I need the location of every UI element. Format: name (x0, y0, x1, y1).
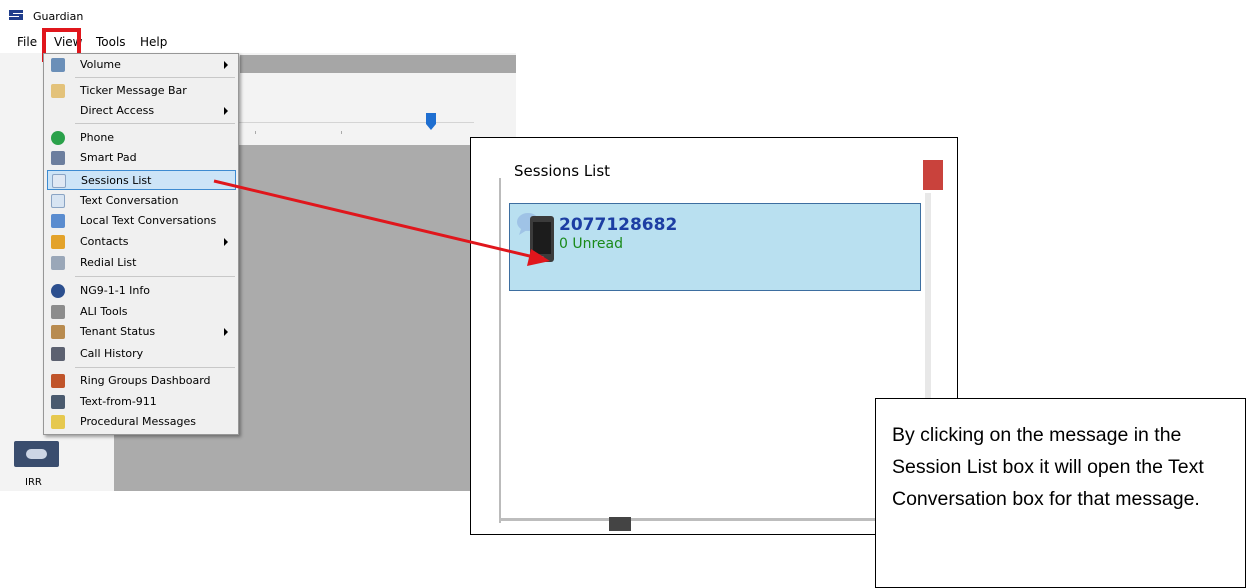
sessions-list-title: Sessions List (514, 162, 611, 180)
tenant-icon (51, 325, 65, 339)
menu-item-sessions-list[interactable]: Sessions List (47, 170, 236, 190)
menu-item-smart-pad[interactable]: Smart Pad (47, 148, 236, 168)
menu-file[interactable]: File (17, 35, 37, 49)
submenu-arrow-icon (224, 61, 228, 69)
redial-icon (51, 256, 65, 270)
irr-icon[interactable] (14, 441, 59, 467)
tools-icon (51, 305, 65, 319)
menu-item-label: ALI Tools (80, 305, 128, 318)
procedural-icon (51, 415, 65, 429)
ticker-icon (51, 84, 65, 98)
menu-item-label: Contacts (80, 235, 129, 248)
contacts-icon (51, 235, 65, 249)
menu-separator (75, 276, 235, 277)
panel-border (499, 178, 501, 523)
menu-item-ring-groups-dashboard[interactable]: Ring Groups Dashboard (47, 371, 236, 391)
sessions-list-icon (52, 174, 66, 188)
app-title: Guardian (33, 10, 84, 23)
text-conversation-icon (51, 194, 65, 208)
menu-item-label: Volume (80, 58, 121, 71)
ring-groups-icon (51, 374, 65, 388)
menu-separator (75, 77, 235, 78)
menu-item-call-history[interactable]: Call History (47, 344, 236, 364)
menu-item-label: Text-from-911 (80, 395, 157, 408)
toolbar-strip (240, 55, 516, 73)
session-item[interactable]: 2077128682 0 Unread (509, 203, 921, 291)
menu-item-ng911-info[interactable]: NG9-1-1 Info (47, 281, 236, 301)
annotation-text: By clicking on the message in the Sessio… (892, 424, 1204, 510)
menu-item-redial-list[interactable]: Redial List (47, 253, 236, 273)
menu-item-direct-access[interactable]: Direct Access (47, 101, 236, 121)
slider-tick (255, 131, 256, 134)
volume-slider-thumb[interactable] (426, 113, 436, 130)
menu-item-procedural-messages[interactable]: Procedural Messages (47, 412, 236, 432)
menu-item-text-from-911[interactable]: Text-from-911 (47, 392, 236, 412)
menu-item-tenant-status[interactable]: Tenant Status (47, 322, 236, 342)
menu-item-label: Smart Pad (80, 151, 137, 164)
text-911-icon (51, 395, 65, 409)
menu-item-label: Local Text Conversations (80, 214, 217, 227)
menu-item-label: NG9-1-1 Info (80, 284, 151, 297)
menu-item-label: Text Conversation (80, 194, 179, 207)
menu-item-label: Tenant Status (80, 325, 156, 338)
menu-item-label: Call History (80, 347, 144, 360)
background-fragment (609, 517, 631, 531)
phone-icon (51, 131, 65, 145)
menu-item-label: Ticker Message Bar (80, 84, 187, 97)
folder-icon (51, 214, 65, 228)
mobile-phone-icon (517, 213, 554, 262)
panel-border (499, 518, 931, 521)
menu-item-label: Direct Access (80, 104, 155, 117)
guardian-logo-icon (9, 10, 23, 20)
menu-item-label: Procedural Messages (80, 415, 196, 428)
smart-pad-icon (51, 151, 65, 165)
annotation-box: By clicking on the message in the Sessio… (875, 398, 1246, 588)
menu-item-label: Redial List (80, 256, 137, 269)
session-phone-number: 2077128682 (559, 215, 678, 235)
menu-separator (75, 367, 235, 368)
submenu-arrow-icon (224, 238, 228, 246)
menu-tools[interactable]: Tools (96, 35, 126, 49)
slider-tick (341, 131, 342, 134)
title-bar: Guardian (0, 0, 516, 31)
menu-item-label: Ring Groups Dashboard (80, 374, 211, 387)
irr-label: IRR (25, 477, 42, 488)
menu-item-local-text-conversations[interactable]: Local Text Conversations (47, 211, 236, 231)
menu-item-label: Phone (80, 131, 115, 144)
menu-item-label: Sessions List (81, 174, 152, 187)
call-history-icon (51, 347, 65, 361)
menu-separator (75, 123, 235, 124)
menu-item-contacts[interactable]: Contacts (47, 232, 236, 252)
volume-icon (51, 58, 65, 72)
close-button[interactable] (923, 160, 943, 190)
session-unread-count: 0 Unread (559, 236, 624, 252)
menu-item-ali-tools[interactable]: ALI Tools (47, 302, 236, 322)
info-icon (51, 284, 65, 298)
menu-item-text-conversation[interactable]: Text Conversation (47, 191, 236, 211)
view-dropdown-menu: Volume Ticker Message Bar Direct Access … (43, 53, 239, 435)
submenu-arrow-icon (224, 107, 228, 115)
submenu-arrow-icon (224, 328, 228, 336)
menu-item-ticker-message-bar[interactable]: Ticker Message Bar (47, 81, 236, 101)
menu-help[interactable]: Help (140, 35, 167, 49)
menu-item-volume[interactable]: Volume (47, 55, 236, 75)
menu-item-phone[interactable]: Phone (47, 128, 236, 148)
